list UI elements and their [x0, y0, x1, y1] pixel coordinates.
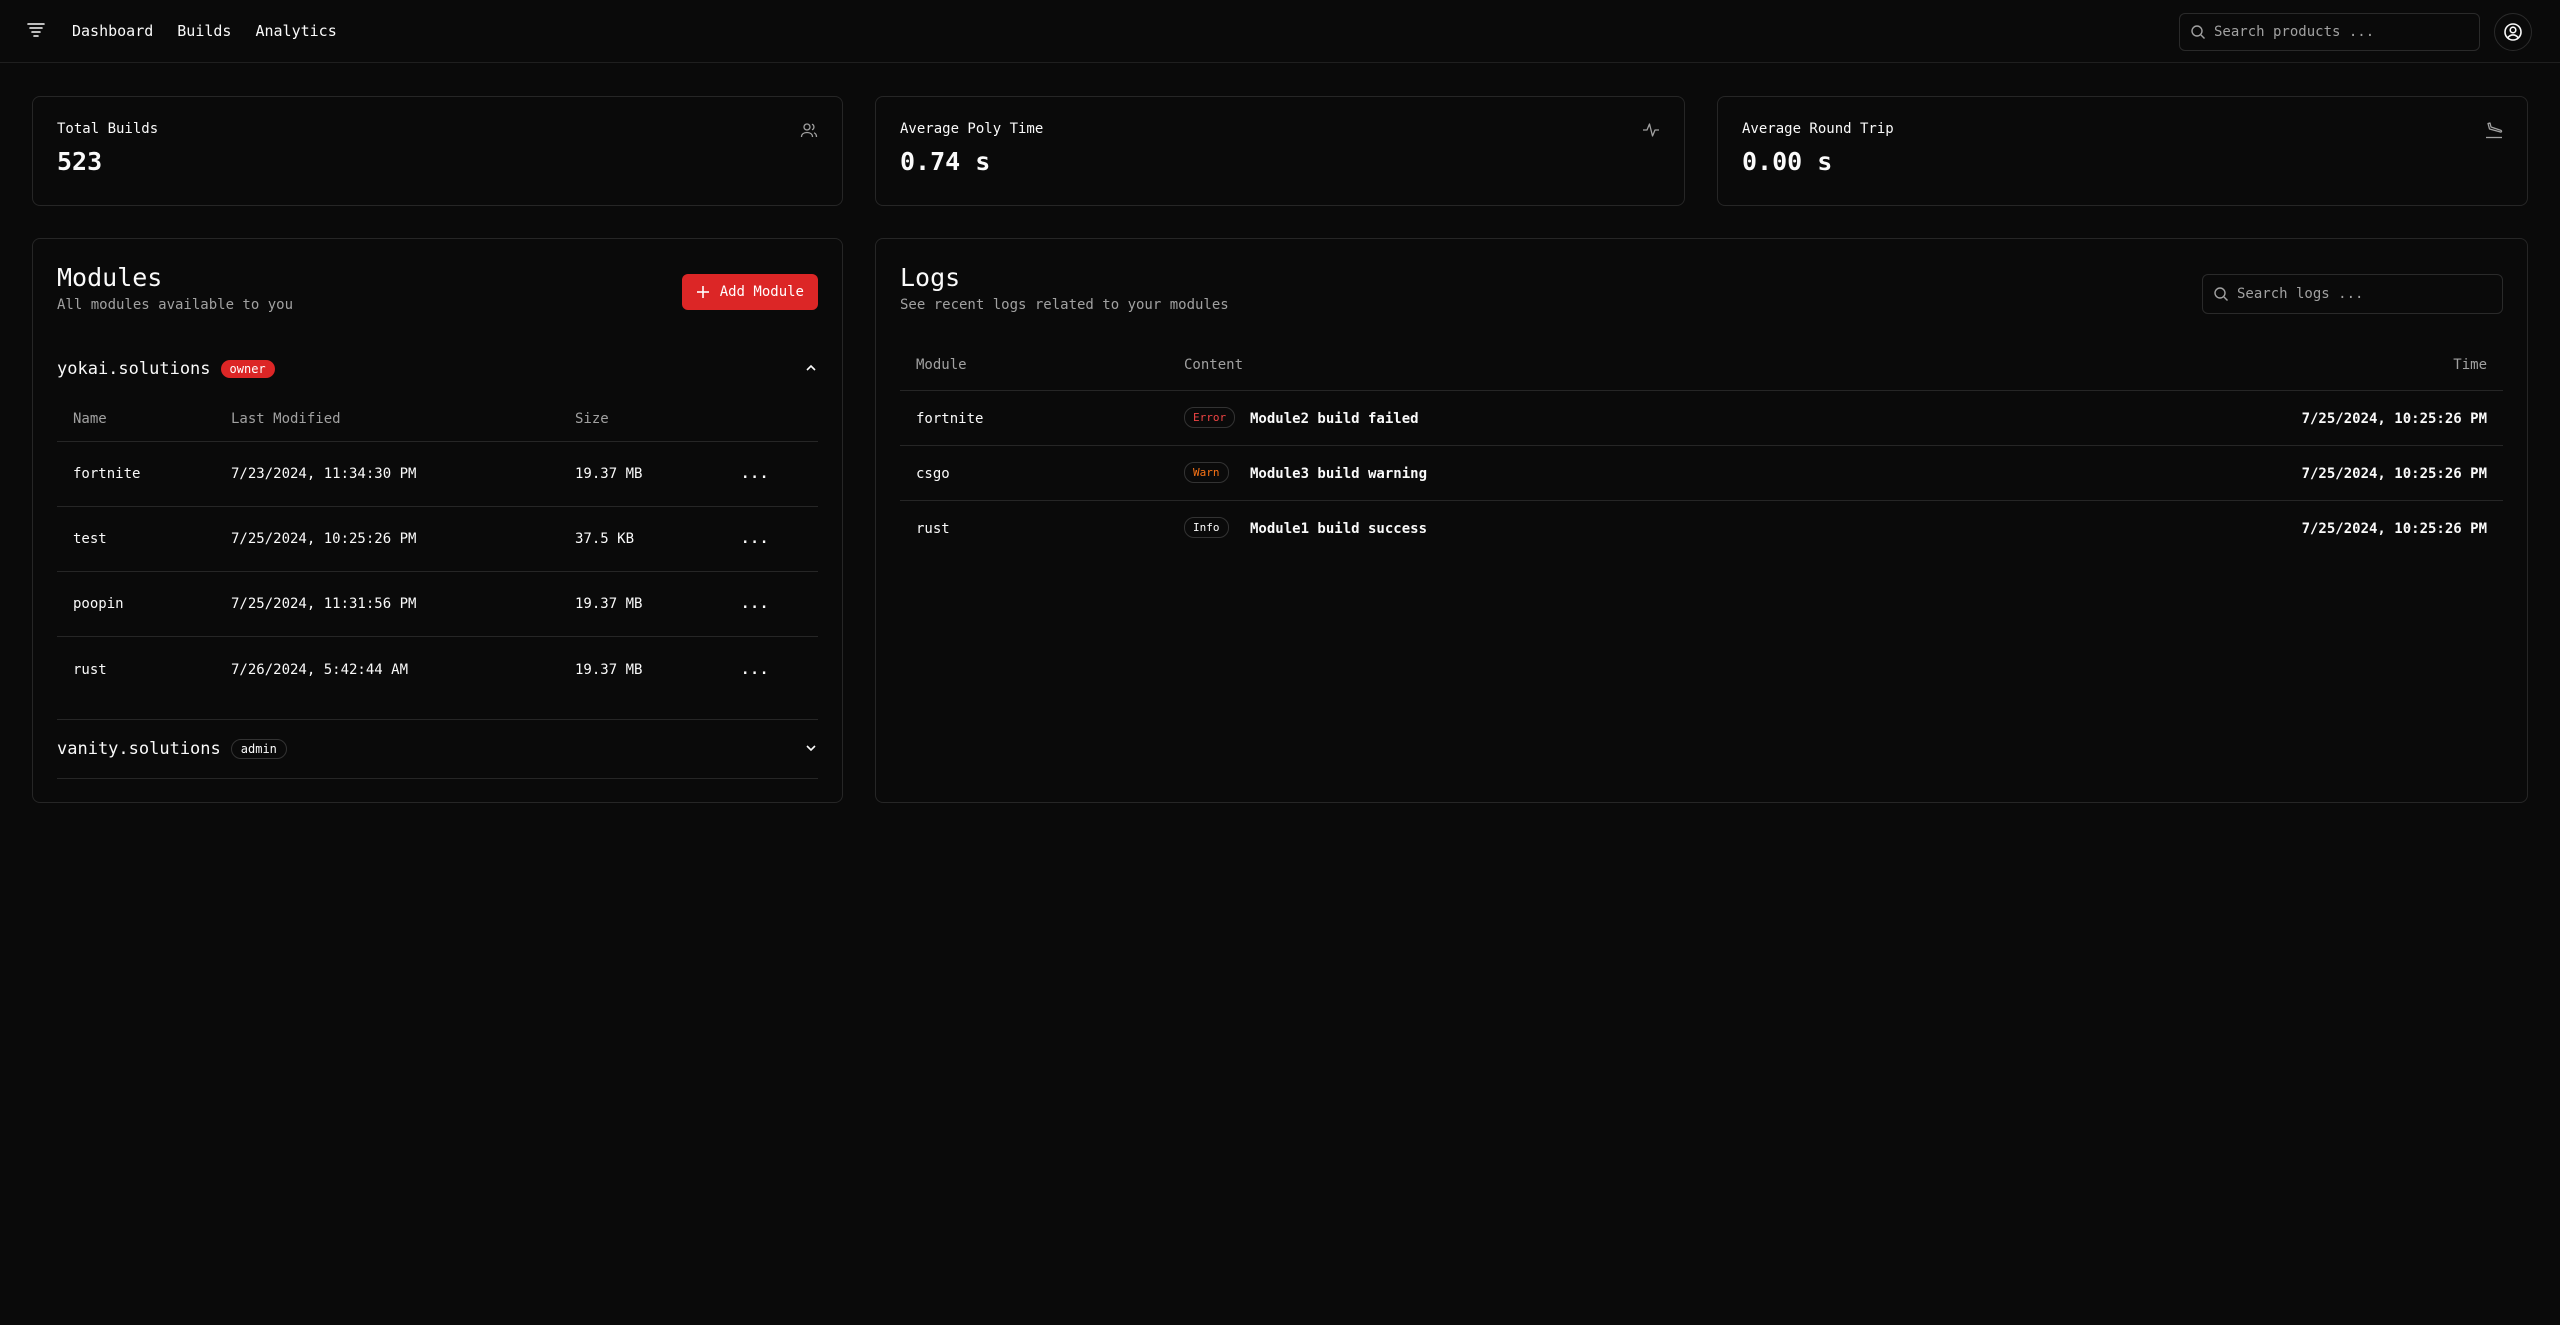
group-header-yokai-solutions[interactable]: yokai.solutions owner: [57, 357, 818, 381]
table-row[interactable]: fortnite Error Module2 build failed 7/25…: [900, 391, 2503, 446]
log-level-badge: Warn: [1184, 462, 1229, 483]
group-name: vanity.solutions: [57, 739, 221, 759]
log-time: 7/25/2024, 10:25:26 PM: [2301, 466, 2487, 482]
modules-table-header: Name Last Modified Size: [57, 396, 818, 442]
more-options-icon[interactable]: ...: [741, 596, 769, 612]
more-options-icon[interactable]: ...: [741, 466, 769, 482]
add-module-button[interactable]: Add Module: [681, 274, 818, 310]
group-name: yokai.solutions: [57, 359, 211, 379]
user-circle-icon: [2504, 23, 2522, 41]
module-name: rust: [73, 661, 107, 678]
column-header-size: Size: [575, 410, 609, 427]
activity-icon: [1643, 123, 1659, 137]
stat-title: Average Poly Time: [900, 121, 1044, 137]
stat-value: 0.00 s: [1742, 147, 1833, 176]
module-name: fortnite: [73, 466, 141, 482]
log-message: Module1 build success: [1250, 521, 1428, 537]
column-header-last-modified: Last Modified: [231, 410, 341, 427]
log-module: rust: [916, 521, 950, 537]
log-message: Module3 build warning: [1250, 466, 1428, 482]
stat-value: 523: [57, 147, 103, 176]
nav-dashboard[interactable]: Dashboard: [72, 22, 153, 40]
log-time: 7/25/2024, 10:25:26 PM: [2301, 521, 2487, 537]
log-level-badge: Info: [1184, 517, 1229, 538]
log-level-badge: Error: [1184, 407, 1236, 428]
module-modified: 7/25/2024, 10:25:26 PM: [231, 531, 417, 547]
table-row[interactable]: fortnite 7/23/2024, 11:34:30 PM 19.37 MB…: [57, 442, 818, 507]
module-size: 19.37 MB: [575, 466, 643, 482]
plane-landing-icon: [2486, 122, 2503, 139]
modules-subtitle: All modules available to you: [57, 297, 294, 313]
search-logs-input[interactable]: [2237, 286, 2502, 302]
table-row[interactable]: test 7/25/2024, 10:25:26 PM 37.5 KB ...: [57, 507, 818, 572]
modules-title: Modules: [57, 263, 163, 292]
role-badge: owner: [220, 360, 275, 378]
group-header-vanity-solutions[interactable]: vanity.solutions admin: [57, 737, 818, 761]
add-module-label: Add Module: [719, 284, 804, 300]
modules-table: Name Last Modified Size fortnite 7/23/20…: [57, 396, 818, 702]
stat-card-average-poly-time: Average Poly Time 0.74 s: [875, 96, 1685, 206]
nav-analytics[interactable]: Analytics: [255, 22, 336, 40]
logs-title: Logs: [900, 263, 961, 292]
module-name: poopin: [73, 596, 124, 612]
table-row[interactable]: rust 7/26/2024, 5:42:44 AM 19.37 MB ...: [57, 637, 818, 702]
logs-table: Module Content Time fortnite Error Modul…: [900, 339, 2503, 556]
users-icon: [800, 123, 818, 138]
more-options-icon[interactable]: ...: [741, 662, 769, 678]
module-modified: 7/25/2024, 11:31:56 PM: [231, 596, 417, 612]
chevron-down-icon[interactable]: [804, 741, 818, 755]
stat-value: 0.74 s: [900, 147, 991, 176]
more-options-icon[interactable]: ...: [741, 531, 769, 547]
column-header-content: Content: [1184, 357, 1244, 373]
plus-icon: [696, 286, 709, 298]
column-header-time: Time: [2453, 357, 2487, 373]
log-time: 7/25/2024, 10:25:26 PM: [2301, 411, 2487, 427]
table-row[interactable]: poopin 7/25/2024, 11:31:56 PM 19.37 MB .…: [57, 572, 818, 637]
stat-card-average-round-trip: Average Round Trip 0.00 s: [1717, 96, 2528, 206]
logs-panel: Logs See recent logs related to your mod…: [875, 238, 2528, 803]
menu-icon[interactable]: [26, 21, 46, 41]
search-products-input[interactable]: [2214, 24, 2479, 40]
module-name: test: [73, 531, 107, 547]
table-row[interactable]: csgo Warn Module3 build warning 7/25/202…: [900, 446, 2503, 501]
log-module: csgo: [916, 466, 950, 482]
product-search[interactable]: [2179, 13, 2480, 51]
chevron-up-icon[interactable]: [804, 361, 818, 375]
logs-table-header: Module Content Time: [900, 339, 2503, 391]
group-divider: [57, 719, 818, 720]
role-badge: admin: [230, 739, 287, 759]
group-divider: [57, 778, 818, 779]
stat-card-total-builds: Total Builds 523: [32, 96, 843, 206]
column-header-module: Module: [916, 357, 967, 373]
search-icon: [2214, 287, 2228, 301]
logs-subtitle: See recent logs related to your modules: [900, 297, 1229, 313]
stat-title: Total Builds: [57, 121, 159, 137]
stat-title: Average Round Trip: [1742, 121, 1894, 137]
top-navbar: Dashboard Builds Analytics: [0, 0, 2560, 63]
log-search[interactable]: [2202, 274, 2503, 314]
main-nav: Dashboard Builds Analytics: [72, 22, 361, 40]
module-modified: 7/23/2024, 11:34:30 PM: [231, 466, 417, 482]
table-row[interactable]: rust Info Module1 build success 7/25/202…: [900, 501, 2503, 556]
module-modified: 7/26/2024, 5:42:44 AM: [231, 661, 409, 678]
module-size: 19.37 MB: [575, 596, 643, 612]
account-avatar-button[interactable]: [2494, 13, 2532, 51]
column-header-name: Name: [73, 410, 107, 427]
log-module: fortnite: [916, 411, 984, 427]
modules-panel: Modules All modules available to you Add…: [32, 238, 843, 803]
search-icon: [2191, 25, 2205, 39]
nav-builds[interactable]: Builds: [177, 22, 231, 40]
module-size: 37.5 KB: [575, 531, 635, 547]
module-size: 19.37 MB: [575, 661, 643, 678]
log-message: Module2 build failed: [1250, 411, 1419, 427]
